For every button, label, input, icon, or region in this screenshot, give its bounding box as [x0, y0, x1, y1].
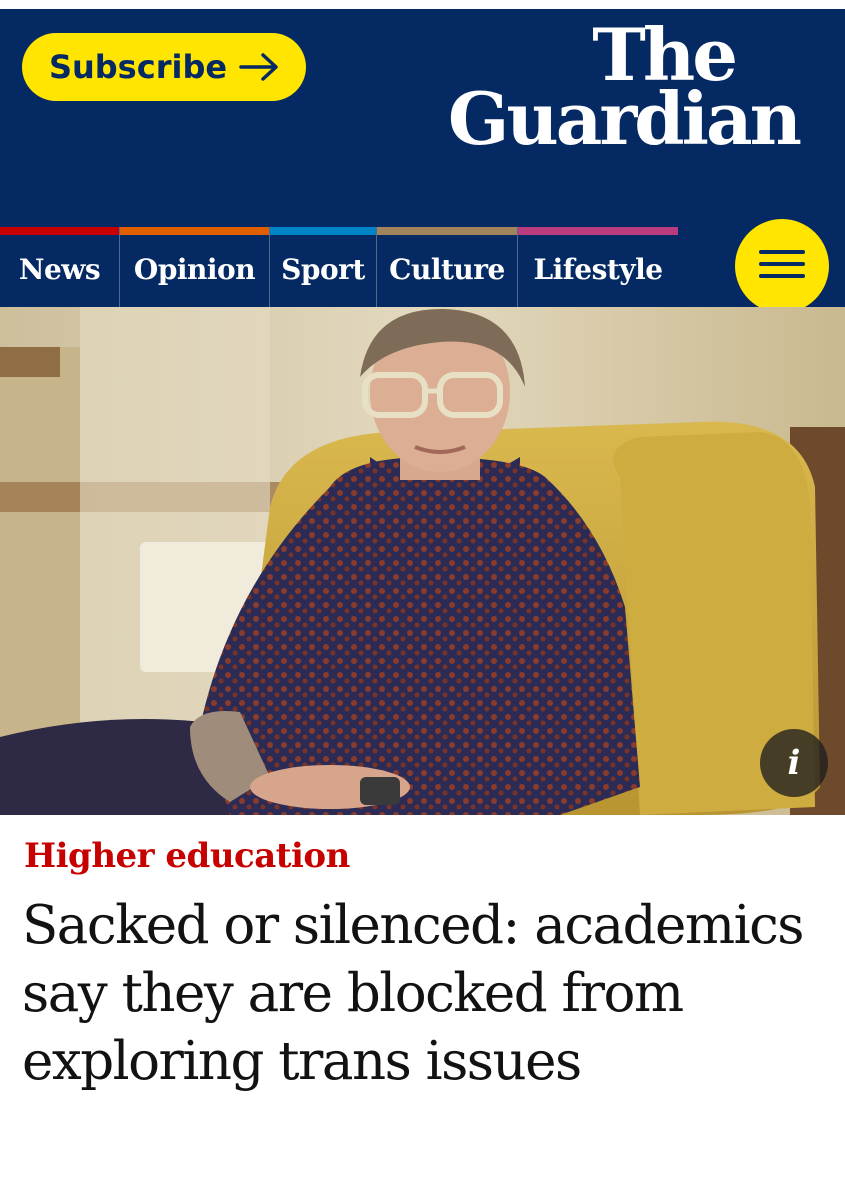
info-icon: i: [787, 743, 801, 783]
nav-bar-culture: [377, 227, 517, 235]
nav-label-news: News: [18, 253, 101, 286]
subscribe-label: Subscribe: [48, 48, 228, 86]
arrow-right-icon: [239, 53, 279, 81]
nav-bar-lifestyle: [518, 227, 678, 235]
status-strip: [0, 0, 845, 9]
logo-line-2: Guardian: [447, 76, 802, 161]
nav-label-sport: Sport: [281, 253, 365, 286]
nav-item-culture[interactable]: Culture: [377, 227, 518, 307]
nav-label-lifestyle: Lifestyle: [533, 253, 663, 286]
menu-button[interactable]: [735, 219, 829, 313]
nav-item-lifestyle[interactable]: Lifestyle: [518, 227, 678, 307]
article-kicker[interactable]: Higher education: [24, 836, 350, 876]
nav-bar-sport: [270, 227, 376, 235]
nav-item-news[interactable]: News: [0, 227, 120, 307]
nav-item-opinion[interactable]: Opinion: [120, 227, 270, 307]
image-info-button[interactable]: i: [760, 729, 828, 797]
guardian-article-page: Subscribe The Guardian News Opinion Spor…: [0, 0, 845, 1200]
pillar-nav: News Opinion Sport Culture Lifestyle: [0, 227, 678, 307]
article-headline: Sacked or silenced: academics say they a…: [22, 895, 804, 1092]
nav-item-sport[interactable]: Sport: [270, 227, 377, 307]
nav-label-opinion: Opinion: [133, 253, 256, 286]
site-header: Subscribe The Guardian News Opinion Spor…: [0, 9, 845, 307]
nav-bar-opinion: [120, 227, 269, 235]
nav-label-culture: Culture: [389, 253, 505, 286]
subscribe-button[interactable]: Subscribe: [22, 33, 306, 101]
hero-image: [0, 307, 845, 815]
nav-bar-news: [0, 227, 119, 235]
guardian-logo[interactable]: The Guardian: [447, 19, 802, 161]
hamburger-icon: [759, 248, 805, 284]
